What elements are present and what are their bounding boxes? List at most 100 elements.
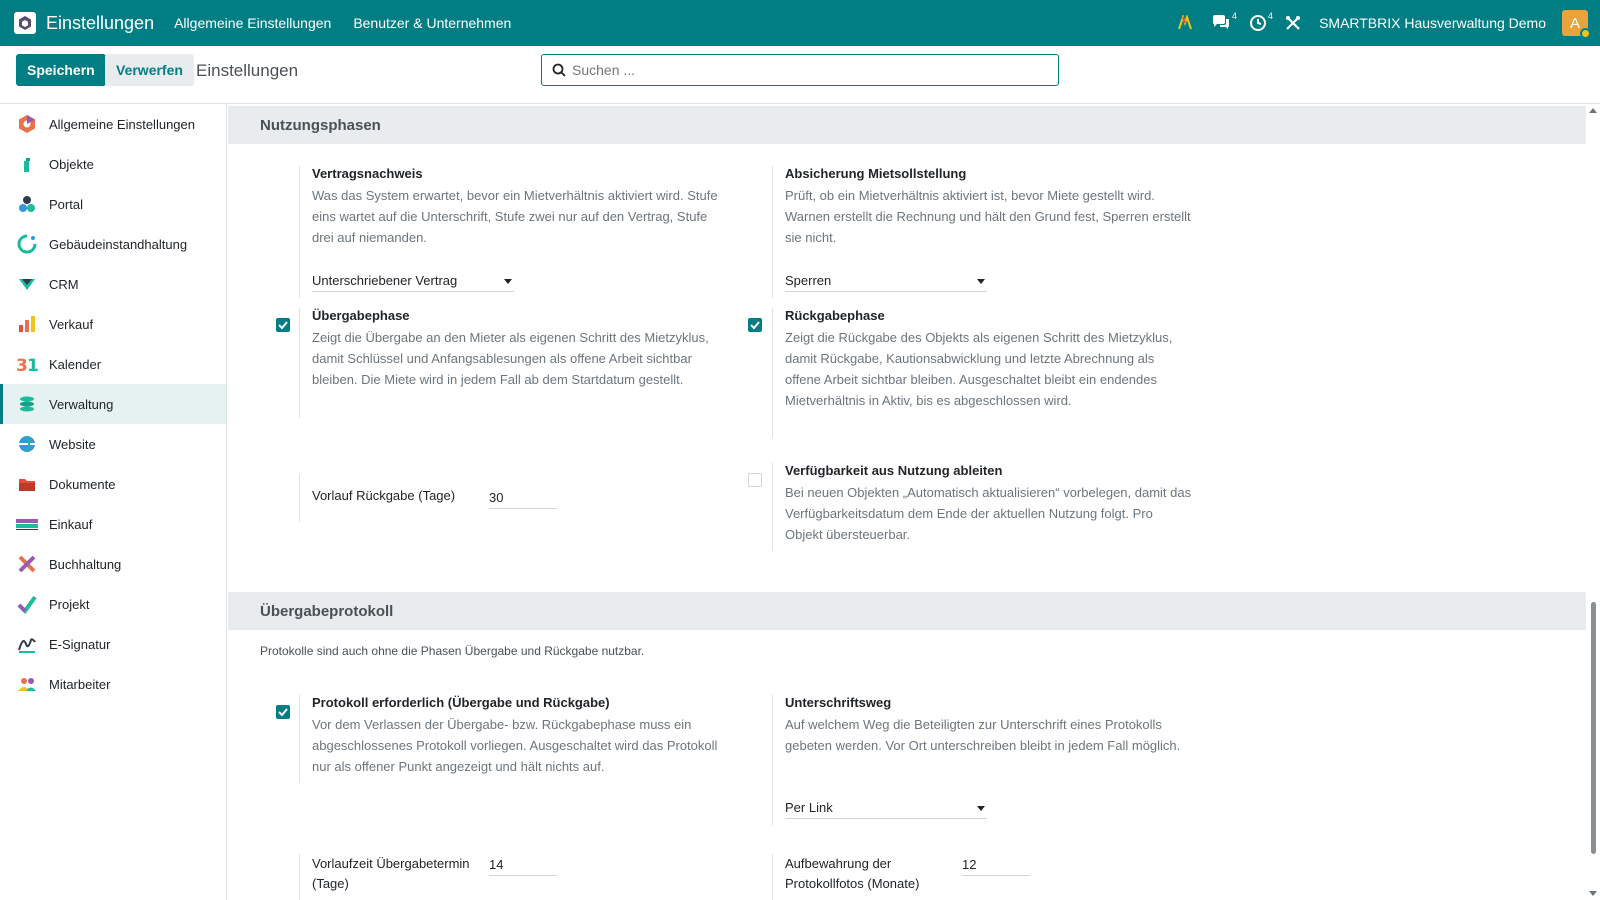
settings-sidebar: Allgemeine Einstellungen Objekte Portal … [0, 104, 227, 900]
purchase-app-icon [16, 513, 38, 535]
sidebar-item-label: Einkauf [49, 516, 93, 532]
sidebar-item-label: Projekt [49, 596, 90, 612]
setting-aufbewahrung: Aufbewahrung der Protokollfotos (Monate)… [772, 854, 1192, 900]
caret-down-icon [977, 279, 985, 284]
sidebar-item-label: Website [49, 436, 96, 452]
menu-users-companies[interactable]: Benutzer & Unternehmen [353, 15, 511, 31]
activities-clock-icon[interactable]: 4 [1249, 11, 1273, 32]
setting-rueckgabephase: Rückgabephase Zeigt die Rückgabe des Obj… [772, 308, 1192, 438]
setting-vorlauf-rueckgabe: Vorlauf Rückgabe (Tage) 30 [299, 474, 719, 522]
setting-description: Was das System erwartet, bevor ein Mietv… [312, 188, 718, 245]
select-value: Unterschriebener Vertrag [312, 273, 458, 288]
sidebar-item-portal[interactable]: Portal [0, 184, 226, 224]
setting-vertragsnachweis: Vertragsnachweis Was das System erwartet… [299, 166, 719, 298]
save-button[interactable]: Speichern [16, 54, 106, 86]
section-heading-nutzungsphasen: Nutzungsphasen [228, 106, 1586, 144]
setting-vorlaufzeit: Vorlaufzeit Übergabetermin (Tage) 14 [299, 854, 719, 900]
select-value: Sperren [785, 273, 832, 288]
sidebar-item-sales[interactable]: Verkauf [0, 304, 226, 344]
section-heading-protokoll: Übergabeprotokoll [228, 592, 1586, 630]
setting-description: Zeigt die Übergabe an den Mieter als eig… [312, 330, 709, 387]
handover-phase-checkbox[interactable] [276, 318, 290, 332]
sidebar-item-project[interactable]: Projekt [0, 584, 226, 624]
crm-app-icon [16, 273, 38, 295]
search-input[interactable] [572, 62, 1032, 78]
sidebar-item-website[interactable]: Website [0, 424, 226, 464]
user-avatar[interactable]: A [1562, 10, 1591, 39]
tools-icon[interactable] [1285, 15, 1301, 31]
scrollbar-thumb[interactable] [1591, 602, 1596, 854]
settings-app-icon[interactable] [14, 12, 36, 34]
avatar-letter: A [1569, 14, 1580, 32]
setting-description: Bei neuen Objekten „Automatisch aktualis… [785, 485, 1192, 542]
sidebar-item-employees[interactable]: Mitarbeiter [0, 664, 226, 704]
setting-title: Übergabephase [312, 308, 410, 323]
setting-absicherung: Absicherung Mietsollstellung Prüft, ob e… [772, 166, 1192, 298]
sidebar-item-purchase[interactable]: Einkauf [0, 504, 226, 544]
portal-app-icon [16, 193, 38, 215]
debug-icon[interactable] [1177, 15, 1193, 31]
sidebar-item-management[interactable]: Verwaltung [0, 384, 226, 424]
status-dot-icon [1580, 28, 1591, 39]
calendar-app-icon: 31 [16, 353, 38, 375]
setting-verfuegbarkeit: Verfügbarkeit aus Nutzung ableiten Bei n… [772, 463, 1192, 551]
setting-description: Auf welchem Weg die Beteiligten zur Unte… [785, 717, 1181, 753]
settings-app-icon [16, 113, 38, 135]
app-title[interactable]: Einstellungen [46, 13, 154, 34]
sidebar-item-accounting[interactable]: Buchhaltung [0, 544, 226, 584]
select-value: Per Link [785, 800, 833, 815]
sidebar-item-label: E-Signatur [49, 636, 111, 652]
sidebar-item-documents[interactable]: Dokumente [0, 464, 226, 504]
scroll-up-icon[interactable] [1589, 108, 1597, 113]
sidebar-item-label: Verwaltung [49, 396, 114, 412]
settings-content: Nutzungsphasen Vertragsnachweis Was das … [228, 104, 1586, 900]
setting-title: Verfügbarkeit aus Nutzung ableiten [785, 463, 1003, 478]
documents-app-icon [16, 473, 38, 495]
sidebar-item-label: Dokumente [49, 476, 116, 492]
photo-retention-months-input[interactable]: 12 [962, 854, 1030, 876]
return-phase-checkbox[interactable] [748, 318, 762, 332]
sidebar-item-crm[interactable]: CRM [0, 264, 226, 304]
checkmark-icon [278, 321, 288, 330]
content-scrollbar[interactable] [1586, 104, 1600, 900]
company-switcher[interactable]: SMARTBRIX Hausverwaltung Demo [1319, 15, 1546, 31]
sidebar-item-label: CRM [49, 276, 79, 292]
caret-down-icon [504, 279, 512, 284]
handover-lead-days-input[interactable]: 14 [489, 854, 557, 876]
setting-title: Unterschriftsweg [785, 695, 892, 710]
sidebar-item-objects[interactable]: Objekte [0, 144, 226, 184]
top-navbar: Einstellungen Allgemeine Einstellungen B… [0, 0, 1600, 46]
contract-proof-select[interactable]: Unterschriebener Vertrag [312, 270, 514, 292]
sidebar-item-esign[interactable]: E-Signatur [0, 624, 226, 664]
website-app-icon [16, 433, 38, 455]
discard-button[interactable]: Verwerfen [105, 54, 194, 86]
messages-icon[interactable]: 4 [1211, 11, 1237, 32]
messages-count: 4 [1232, 11, 1238, 21]
sidebar-item-label: Gebäudeinstandhaltung [49, 236, 188, 252]
signature-method-select[interactable]: Per Link [785, 797, 987, 819]
sidebar-item-general[interactable]: Allgemeine Einstellungen [0, 104, 226, 144]
availability-checkbox[interactable] [748, 473, 762, 487]
setting-uebergabephase: Übergabephase Zeigt die Übergabe an den … [299, 308, 719, 418]
setting-title: Protokoll erforderlich (Übergabe und Rüc… [312, 695, 610, 710]
search-box[interactable] [541, 54, 1059, 86]
menu-general-settings[interactable]: Allgemeine Einstellungen [174, 15, 331, 31]
sidebar-item-calendar[interactable]: 31 Kalender [0, 344, 226, 384]
sidebar-item-label: Verkauf [49, 316, 94, 332]
protocol-required-checkbox[interactable] [276, 705, 290, 719]
setting-unterschriftsweg: Unterschriftsweg Auf welchem Weg die Bet… [772, 695, 1192, 825]
field-label: Aufbewahrung der Protokollfotos (Monate) [785, 856, 920, 891]
setting-title: Rückgabephase [785, 308, 885, 323]
return-lead-days-input[interactable]: 30 [489, 487, 557, 509]
sidebar-item-label: Buchhaltung [49, 556, 122, 572]
checkmark-icon [750, 321, 760, 330]
employees-app-icon [16, 673, 38, 695]
sidebar-item-maintenance[interactable]: Gebäudeinstandhaltung [0, 224, 226, 264]
accounting-app-icon [16, 553, 38, 575]
setting-description: Zeigt die Rückgabe des Objekts als eigen… [785, 330, 1173, 408]
scroll-down-icon[interactable] [1589, 891, 1597, 896]
sidebar-item-label: Objekte [49, 156, 94, 172]
objects-app-icon [16, 153, 38, 175]
rent-safeguard-select[interactable]: Sperren [785, 270, 987, 292]
sidebar-item-label: Kalender [49, 356, 102, 372]
